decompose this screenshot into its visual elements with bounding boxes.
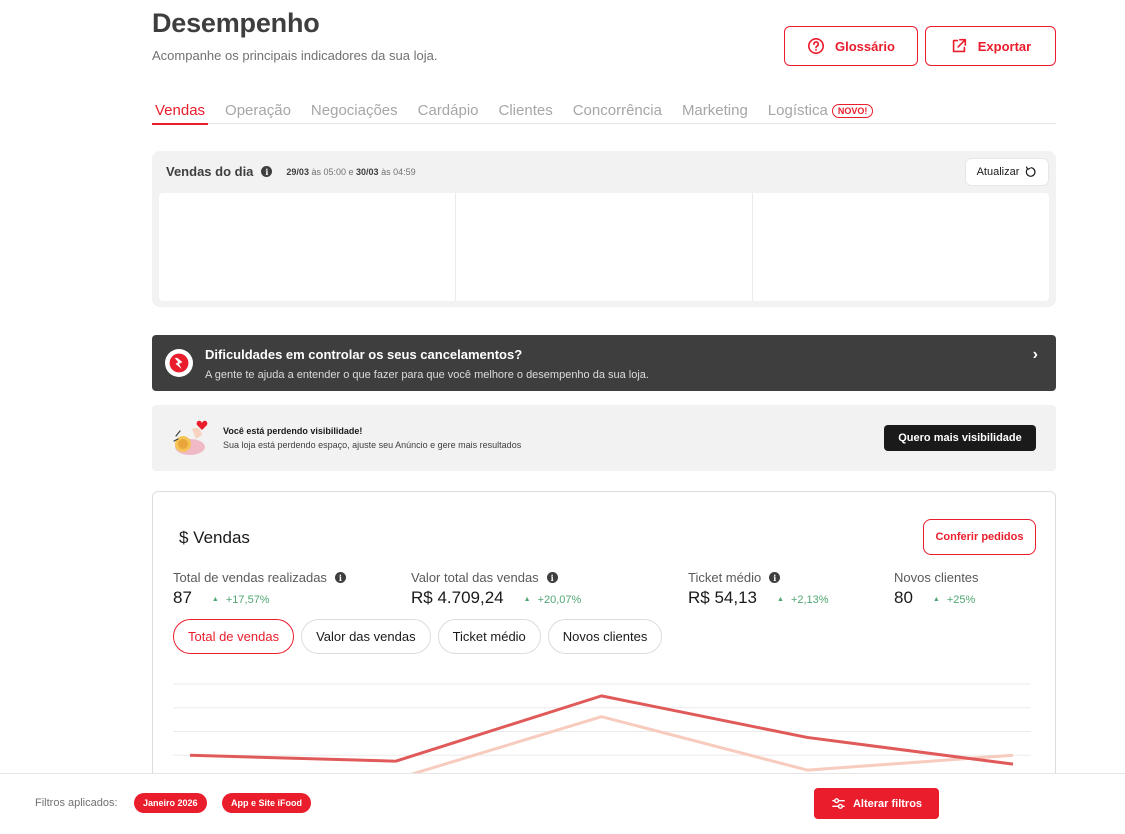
metric-total-sales: Total de vendas realizadas i 87 +17,57%: [173, 570, 346, 608]
range-end-time: às 04:59: [381, 166, 416, 177]
tab-label: Negociações: [310, 102, 398, 119]
filter-chip-period[interactable]: Janeiro 2026: [134, 793, 207, 813]
glossary-label: Glossário: [835, 38, 895, 54]
performance-tabs: Vendas Operação Negociações Cardápio Cli…: [151, 102, 1056, 125]
visibility-illustration-icon: [173, 420, 208, 455]
range-start-date: 29/03: [286, 166, 309, 177]
tab-clientes[interactable]: Clientes: [499, 102, 553, 124]
help-circle-icon: [808, 37, 825, 55]
pill-new-customers[interactable]: Novos clientes: [547, 619, 663, 654]
sales-title: $ Vendas: [179, 528, 250, 547]
metric-selector: Total de vendas Valor das vendas Ticket …: [173, 619, 663, 654]
metric-label: Valor total das vendas: [411, 570, 539, 585]
tab-label: Vendas: [155, 102, 206, 119]
tab-vendas[interactable]: Vendas: [151, 102, 209, 125]
daily-sales-title: Vendas do dia: [166, 164, 254, 179]
daily-sales-card: Vendas do dia i 29/03 às 05:00 e 30/03 à…: [152, 151, 1056, 307]
metric-label: Novos clientes: [894, 570, 979, 585]
tab-label: Logística: [767, 102, 828, 119]
metric-value: R$ 54,13: [688, 588, 757, 607]
refresh-button[interactable]: Atualizar: [965, 158, 1049, 186]
tab-label: Operação: [225, 102, 291, 119]
daily-sales-cells: [159, 193, 1049, 301]
daily-sales-range: 29/03 às 05:00 e 30/03 às 04:59: [286, 167, 415, 177]
filter-chip-channel[interactable]: App e Site iFood: [222, 793, 311, 813]
sales-line-chart: [173, 683, 1031, 782]
pill-sales-value[interactable]: Valor das vendas: [301, 619, 431, 654]
banner-text: A gente te ajuda a entender o que fazer …: [205, 369, 649, 381]
pill-total-sales[interactable]: Total de vendas: [173, 619, 295, 654]
visibility-text: Sua loja está perdendo espaço, ajuste se…: [223, 440, 522, 450]
page-subtitle: Acompanhe os principais indicadores da s…: [152, 48, 438, 63]
tab-operacao[interactable]: Operação: [225, 102, 291, 124]
sliders-icon: [832, 798, 845, 809]
metric-label: Total de vendas realizadas: [173, 570, 327, 585]
chevron-right-icon[interactable]: ›: [1033, 346, 1038, 364]
info-icon[interactable]: i: [261, 166, 273, 177]
change-filters-label: Alterar filtros: [852, 797, 923, 810]
cancellation-icon: [165, 349, 193, 377]
daily-cell: [456, 193, 753, 301]
tab-marketing[interactable]: Marketing: [682, 102, 748, 124]
daily-cell: [753, 193, 1049, 301]
page-title: Desempenho: [152, 8, 320, 38]
change-filters-button[interactable]: Alterar filtros: [814, 788, 939, 819]
check-orders-button[interactable]: Conferir pedidos: [923, 519, 1036, 555]
info-icon[interactable]: i: [769, 572, 781, 583]
tab-negociacoes[interactable]: Negociações: [311, 102, 398, 124]
daily-cell: [159, 193, 456, 301]
export-label: Exportar: [977, 38, 1032, 54]
chart-series-line-1: [189, 694, 1014, 766]
tab-label: Concorrência: [572, 102, 662, 119]
metric-delta: +25%: [933, 594, 975, 606]
external-link-icon: [952, 38, 966, 53]
metric-value: R$ 4.709,24: [411, 588, 504, 607]
metric-value: 87: [173, 588, 192, 607]
metric-value: 80: [894, 588, 913, 607]
tab-cardapio[interactable]: Cardápio: [418, 102, 479, 124]
tab-concorrencia[interactable]: Concorrência: [573, 102, 662, 124]
refresh-icon: [1026, 166, 1036, 177]
metric-new-customers: Novos clientes 80 +25%: [894, 570, 979, 608]
metric-label: Ticket médio: [688, 570, 762, 585]
daily-sales-header: Vendas do dia i 29/03 às 05:00 e 30/03 à…: [166, 164, 416, 179]
glossary-button[interactable]: Glossário: [784, 26, 918, 66]
filters-footer: Filtros aplicados: Janeiro 2026 App e Si…: [0, 773, 1125, 834]
tab-label: Marketing: [681, 102, 748, 119]
export-button[interactable]: Exportar: [925, 26, 1056, 66]
tab-label: Clientes: [498, 102, 553, 119]
range-end-date: 30/03: [356, 166, 379, 177]
metric-delta: +20,07%: [524, 594, 582, 606]
visibility-title: Você está perdendo visibilidade!: [223, 426, 363, 436]
metric-total-value: Valor total das vendas i R$ 4.709,24 +20,0…: [411, 570, 581, 608]
cancellation-help-banner[interactable]: Dificuldades em controlar os seus cancel…: [152, 335, 1056, 391]
refresh-label: Atualizar: [976, 166, 1020, 178]
metric-delta: +2,13%: [777, 594, 829, 606]
pill-average-ticket[interactable]: Ticket médio: [437, 619, 541, 654]
new-badge: NOVO!: [831, 104, 874, 118]
tab-label: Cardápio: [417, 102, 479, 119]
metric-average-ticket: Ticket médio i R$ 54,13 +2,13%: [688, 570, 829, 608]
metric-delta: +17,57%: [212, 594, 270, 606]
more-visibility-button[interactable]: Quero mais visibilidade: [884, 425, 1036, 451]
visibility-banner: Você está perdendo visibilidade! Sua loj…: [152, 405, 1056, 471]
tab-logistica[interactable]: Logística NOVO!: [768, 102, 874, 124]
range-start-time: às 05:00 e: [311, 166, 354, 177]
info-icon[interactable]: i: [546, 572, 558, 583]
banner-title: Dificuldades em controlar os seus cancel…: [205, 347, 523, 362]
info-icon[interactable]: i: [334, 572, 346, 583]
filters-label: Filtros aplicados:: [35, 797, 118, 809]
